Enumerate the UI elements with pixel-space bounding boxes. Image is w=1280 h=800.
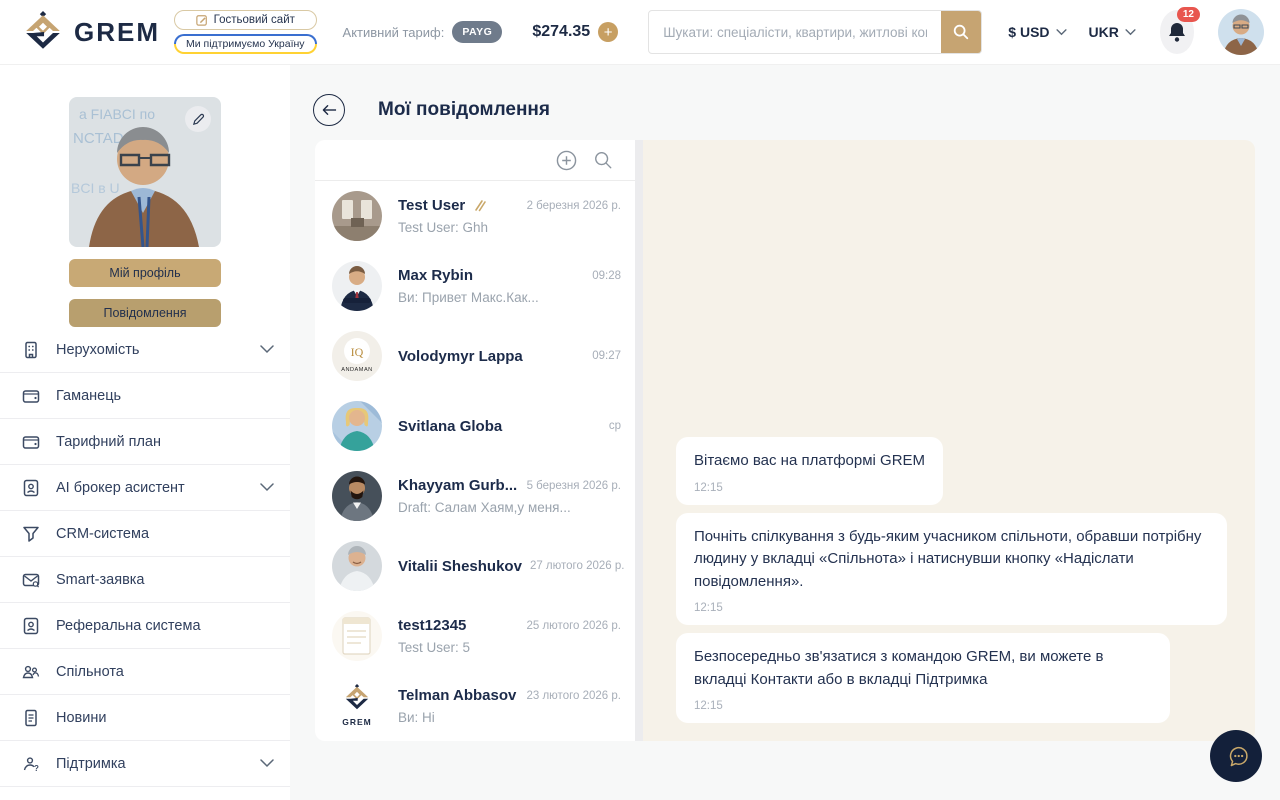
messages-button[interactable]: Повідомлення <box>69 299 221 327</box>
language-dropdown[interactable]: UKR <box>1089 24 1136 40</box>
pencil-icon <box>192 113 205 126</box>
sidebar-item-referral[interactable]: Реферальна система <box>0 603 290 649</box>
search-icon <box>593 150 613 170</box>
conversation-panel: Вітаємо вас на платформі GREM 12:15 Почн… <box>643 140 1255 741</box>
balance-amount: $274.35 <box>532 23 590 41</box>
svg-text:?: ? <box>34 764 39 773</box>
page-title: Мої повідомлення <box>378 99 550 121</box>
chat-list-item[interactable]: Test User 2 березня 2026 р. Test User: G… <box>315 181 635 251</box>
chat-list-item[interactable]: test12345 25 лютого 2026 р. Test User: 5 <box>315 601 635 671</box>
chat-list-item[interactable]: Svitlana Globa ср <box>315 391 635 461</box>
search-input[interactable] <box>649 11 941 53</box>
grem-logo-icon <box>22 11 64 53</box>
guest-site-button[interactable]: Гостьовий сайт <box>174 10 317 30</box>
chat-list-item[interactable]: Max Rybin 09:28 Ви: Привет Макс.Как... <box>315 251 635 321</box>
chevron-down-icon <box>1056 29 1067 36</box>
chat-list-item[interactable]: GREM Telman Abbasov 23 лютого 2026 р. Ви… <box>315 671 635 741</box>
svg-text:GREM: GREM <box>342 717 372 727</box>
my-profile-button[interactable]: Мій профіль <box>69 259 221 287</box>
arrow-left-icon <box>322 104 337 116</box>
back-button[interactable] <box>313 94 345 126</box>
new-chat-button[interactable] <box>556 150 577 171</box>
svg-text:IQ: IQ <box>351 345 364 359</box>
avatar-interior-photo <box>332 191 382 241</box>
main-content: Мої повідомлення <box>290 65 1280 800</box>
notifications-button[interactable]: 12 <box>1160 10 1194 54</box>
chevron-down-icon <box>260 759 274 768</box>
sidebar-item-crm[interactable]: CRM-система <box>0 511 290 557</box>
chat-list-scrollbar[interactable] <box>635 140 643 741</box>
active-tariff-label: Активний тариф: <box>343 25 445 40</box>
svg-text:ANDAMAN: ANDAMAN <box>341 367 372 373</box>
building-icon <box>21 340 41 360</box>
avatar-gray-haired-man <box>332 541 382 591</box>
plus-circle-icon <box>556 150 577 171</box>
svg-text:а FIABCI по: а FIABCI по <box>79 106 155 122</box>
messenger: Test User 2 березня 2026 р. Test User: G… <box>315 140 1255 741</box>
sidebar-item-tariff-plan[interactable]: Тарифний план <box>0 419 290 465</box>
mail-search-icon <box>21 570 41 590</box>
wallet-icon <box>21 386 41 406</box>
wallet-icon <box>21 432 41 452</box>
avatar-document <box>332 611 382 661</box>
ukraine-support-banner[interactable]: Ми підтримуємо Україну <box>174 34 317 54</box>
global-search <box>648 10 982 54</box>
sidebar-item-news[interactable]: Новини <box>0 695 290 741</box>
message-bubble: Почніть спілкування з будь-яким учаснико… <box>676 513 1227 626</box>
grem-logo[interactable]: GREM <box>22 11 160 53</box>
message-bubble: Безпосередньо зв'язатися з командою GREM… <box>676 633 1170 723</box>
notification-count-badge: 12 <box>1177 7 1200 22</box>
user-avatar[interactable] <box>1218 9 1264 55</box>
edit-photo-button[interactable] <box>185 106 211 132</box>
chevron-down-icon <box>260 483 274 492</box>
currency-dropdown[interactable]: $ USD <box>1008 24 1066 40</box>
message-time: 12:15 <box>694 482 925 494</box>
avatar-iq-andaman-logo: IQ ANDAMAN <box>332 331 382 381</box>
chevron-down-icon <box>260 345 274 354</box>
profile-photo: а FIABCI по NCTAD BCI в U <box>69 97 221 247</box>
funnel-icon <box>21 524 41 544</box>
tariff-badge: PAYG <box>452 21 502 43</box>
svg-text:NCTAD: NCTAD <box>73 130 124 147</box>
top-header: GREM Гостьовий сайт Ми підтримуємо Украї… <box>0 0 1280 65</box>
avatar-bearded-man <box>332 471 382 521</box>
sidebar-item-real-estate[interactable]: Нерухомість <box>0 327 290 373</box>
sidebar-item-ai-broker[interactable]: AI брокер асистент <box>0 465 290 511</box>
edit-square-icon <box>196 14 208 26</box>
chat-list-item[interactable]: Khayyam Gurb... 5 березня 2026 р. Draft:… <box>315 461 635 531</box>
bell-icon <box>1167 21 1187 43</box>
message-time: 12:15 <box>694 700 1152 712</box>
topup-button[interactable]: + <box>598 22 618 42</box>
chat-bubble-icon <box>1221 741 1251 771</box>
support-icon: ? <box>21 754 41 774</box>
sidebar-item-wallet[interactable]: Гаманець <box>0 373 290 419</box>
search-button[interactable] <box>941 11 981 53</box>
news-icon <box>21 708 41 728</box>
avatar-blonde-woman-teal <box>332 401 382 451</box>
chat-list-panel: Test User 2 березня 2026 р. Test User: G… <box>315 140 635 741</box>
search-chats-button[interactable] <box>593 150 613 170</box>
chat-list-item[interactable]: Vitalii Sheshukov 27 лютого 2026 р. <box>315 531 635 601</box>
sidebar-menu: Нерухомість Гаманець Тарифний план AI бр… <box>0 327 290 787</box>
chat-list-item[interactable]: IQANDAMAN Volodymyr Lappa 09:27 <box>315 321 635 391</box>
support-chat-fab[interactable] <box>1210 730 1262 782</box>
chevron-down-icon <box>1125 29 1136 36</box>
search-icon <box>952 23 970 41</box>
sidebar-item-smart-request[interactable]: Smart-заявка <box>0 557 290 603</box>
sidebar-item-community[interactable]: Спільнота <box>0 649 290 695</box>
community-icon <box>21 662 41 682</box>
left-sidebar: а FIABCI по NCTAD BCI в U Мій профіль По… <box>0 65 290 800</box>
avatar-man-in-suit <box>332 261 382 311</box>
message-time: 12:15 <box>694 602 1209 614</box>
brand-name: GREM <box>74 17 160 48</box>
sidebar-item-support[interactable]: ? Підтримка <box>0 741 290 787</box>
assistant-card-icon <box>21 478 41 498</box>
pinned-icon <box>473 199 486 212</box>
avatar-grem-logo: GREM <box>332 681 382 731</box>
svg-text:BCI в U: BCI в U <box>71 180 120 196</box>
message-bubble: Вітаємо вас на платформі GREM 12:15 <box>676 437 943 505</box>
referral-card-icon <box>21 616 41 636</box>
